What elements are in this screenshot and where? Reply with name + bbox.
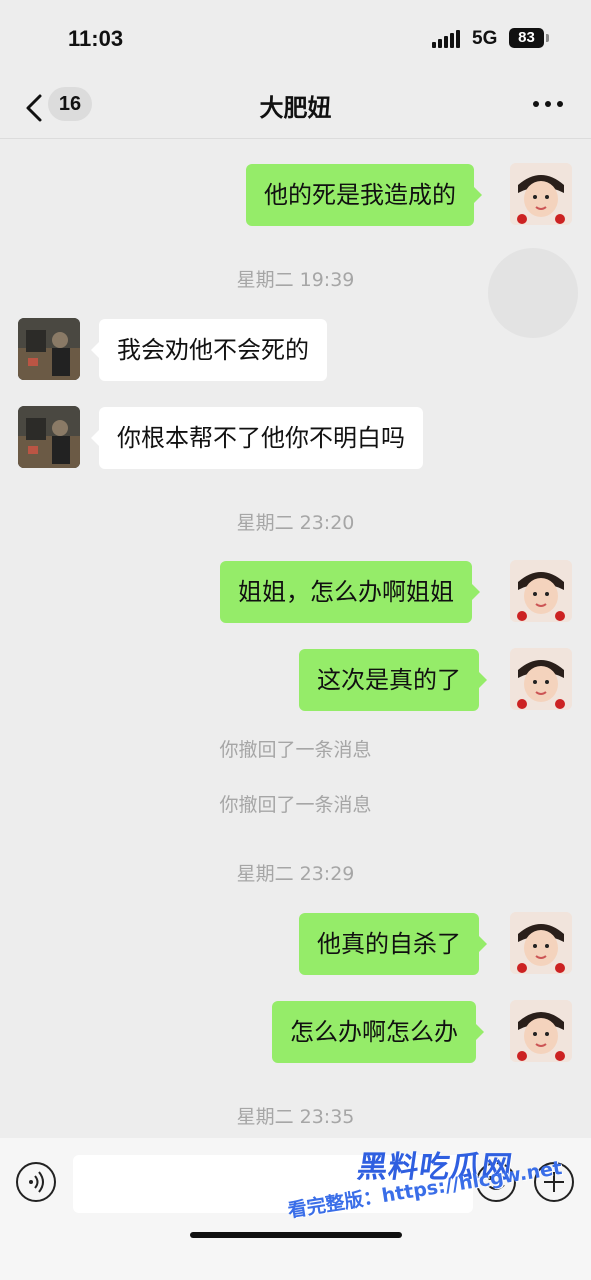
received-message[interactable]: 我会劝他不会死的 [91, 319, 327, 381]
my-avatar[interactable] [510, 1000, 572, 1062]
timestamp: 星期二 23:20 [236, 512, 355, 534]
timestamp: 星期二 23:29 [236, 863, 355, 885]
my-avatar[interactable] [510, 912, 572, 974]
sent-message[interactable]: 姐姐，怎么办啊姐姐 [220, 561, 480, 623]
sent-message[interactable]: 怎么办啊怎么办 [272, 1001, 484, 1063]
floating-window-button[interactable] [488, 248, 578, 338]
my-avatar[interactable] [510, 560, 572, 622]
chat-header: 16 大肥妞 [0, 78, 591, 139]
recalled-notice: 你撤回了一条消息 [219, 739, 372, 761]
recalled-notice: 你撤回了一条消息 [219, 794, 372, 816]
my-avatar[interactable] [510, 648, 572, 710]
voice-input-icon[interactable] [16, 1162, 56, 1202]
status-bar: 11:03 5G 83 [0, 0, 591, 78]
status-time: 11:03 [68, 26, 124, 51]
battery-tip [546, 34, 549, 42]
chat-title: 大肥妞 [259, 94, 332, 122]
sent-message[interactable]: 这次是真的了 [299, 649, 487, 711]
network-type: 5G [472, 28, 498, 49]
sent-message[interactable]: 他的死是我造成的 [246, 164, 482, 226]
timestamp: 星期二 23:35 [236, 1106, 355, 1128]
received-message[interactable]: 你根本帮不了他你不明白吗 [91, 407, 423, 469]
contact-avatar[interactable] [18, 318, 80, 380]
home-indicator[interactable] [190, 1232, 402, 1238]
contact-avatar[interactable] [18, 406, 80, 468]
my-avatar[interactable] [510, 163, 572, 225]
battery-icon: 83 [509, 28, 544, 48]
sent-message[interactable]: 他真的自杀了 [299, 913, 487, 975]
timestamp: 星期二 19:39 [236, 269, 355, 291]
more-options-icon[interactable] [530, 92, 566, 116]
signal-icon [432, 30, 460, 48]
